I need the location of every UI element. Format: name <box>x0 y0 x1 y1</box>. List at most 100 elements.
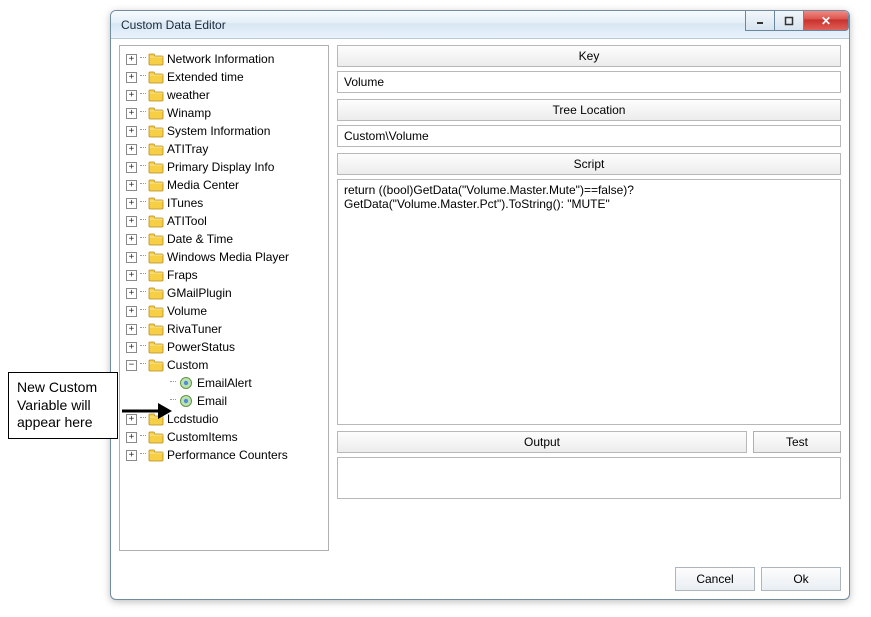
tree-item[interactable]: + Volume <box>122 302 326 320</box>
tree-item[interactable]: + Extended time <box>122 68 326 86</box>
tree-item-label: EmailAlert <box>197 376 252 390</box>
tree-item[interactable]: + ITunes <box>122 194 326 212</box>
expand-icon[interactable]: + <box>126 72 137 83</box>
expand-icon[interactable]: + <box>126 432 137 443</box>
folder-icon <box>148 250 164 264</box>
tree-item-label: Date & Time <box>167 232 233 246</box>
key-value[interactable]: Volume <box>337 71 841 93</box>
expand-icon[interactable]: + <box>126 306 137 317</box>
tree-item[interactable]: + Primary Display Info <box>122 158 326 176</box>
tree-item-label: Winamp <box>167 106 211 120</box>
expand-icon[interactable]: + <box>126 450 137 461</box>
folder-icon <box>148 124 164 138</box>
tree-item-label: Custom <box>167 358 208 372</box>
tree-item-label: Volume <box>167 304 207 318</box>
tree-item-label: Media Center <box>167 178 239 192</box>
folder-icon <box>148 304 164 318</box>
tree-item-label: Email <box>197 394 227 408</box>
tree-item[interactable]: + Windows Media Player <box>122 248 326 266</box>
test-button[interactable]: Test <box>753 431 841 453</box>
tree-panel: + Network Information + Extended time +weath… <box>119 45 329 551</box>
dialog-buttons: Cancel Ok <box>675 567 841 591</box>
minimize-button[interactable] <box>745 11 775 31</box>
variable-icon <box>178 394 194 408</box>
expand-icon[interactable]: + <box>126 54 137 65</box>
expand-icon[interactable]: + <box>126 198 137 209</box>
folder-icon <box>148 448 164 462</box>
folder-icon <box>148 160 164 174</box>
collapse-icon[interactable]: − <box>126 360 137 371</box>
tree-item[interactable]: + Network Information <box>122 50 326 68</box>
folder-icon <box>148 214 164 228</box>
folder-icon <box>148 142 164 156</box>
tree-item[interactable]: +Fraps <box>122 266 326 284</box>
tree-item-label: ATITray <box>167 142 208 156</box>
folder-icon <box>148 340 164 354</box>
tree-item-label: GMailPlugin <box>167 286 232 300</box>
expand-icon[interactable]: + <box>126 342 137 353</box>
variable-icon <box>178 376 194 390</box>
script-header: Script <box>337 153 841 175</box>
tree-item[interactable]: +CustomItems <box>122 428 326 446</box>
close-button[interactable]: ✕ <box>803 11 849 31</box>
folder-icon <box>148 430 164 444</box>
folder-icon <box>148 52 164 66</box>
tree-item-label: PowerStatus <box>167 340 235 354</box>
tree-item[interactable]: − Custom <box>122 356 326 374</box>
ok-button[interactable]: Ok <box>761 567 841 591</box>
folder-icon <box>148 322 164 336</box>
tree-item[interactable]: + Date & Time <box>122 230 326 248</box>
tree-item[interactable]: +weather <box>122 86 326 104</box>
cancel-button[interactable]: Cancel <box>675 567 755 591</box>
tree-item[interactable]: + ATITool <box>122 212 326 230</box>
output-header: Output <box>337 431 747 453</box>
folder-icon <box>148 88 164 102</box>
tree-item[interactable]: + System Information <box>122 122 326 140</box>
expand-icon[interactable]: + <box>126 144 137 155</box>
tree-item-label: Primary Display Info <box>167 160 274 174</box>
expand-icon[interactable]: + <box>126 288 137 299</box>
window-controls: ✕ <box>746 11 849 33</box>
expand-icon[interactable]: + <box>126 252 137 263</box>
folder-icon <box>148 106 164 120</box>
annotation-arrow <box>122 398 172 424</box>
tree-item[interactable]: + PowerStatus <box>122 338 326 356</box>
tree-item-label: ITunes <box>167 196 203 210</box>
expand-icon[interactable]: + <box>126 216 137 227</box>
tree-item-label: System Information <box>167 124 270 138</box>
folder-icon <box>148 178 164 192</box>
dialog-window: Custom Data Editor ✕ + Network Informatio… <box>110 10 850 600</box>
expand-icon[interactable]: + <box>126 324 137 335</box>
tree-location-value[interactable]: Custom\Volume <box>337 125 841 147</box>
script-textarea[interactable]: return ((bool)GetData("Volume.Master.Mut… <box>337 179 841 425</box>
folder-icon <box>148 70 164 84</box>
expand-icon[interactable]: + <box>126 90 137 101</box>
tree-item-label: RivaTuner <box>167 322 222 336</box>
tree-item[interactable]: + ATITray <box>122 140 326 158</box>
expand-icon[interactable]: + <box>126 162 137 173</box>
tree-item[interactable]: + Winamp <box>122 104 326 122</box>
tree-item[interactable]: EmailAlert <box>122 374 326 392</box>
tree-item-label: Extended time <box>167 70 244 84</box>
tree-item-label: Lcdstudio <box>167 412 218 426</box>
tree-item-label: Windows Media Player <box>167 250 289 264</box>
expand-icon[interactable]: + <box>126 126 137 137</box>
folder-icon <box>148 232 164 246</box>
expand-icon[interactable]: + <box>126 180 137 191</box>
tree-item-label: ATITool <box>167 214 207 228</box>
folder-icon <box>148 196 164 210</box>
folder-icon <box>148 268 164 282</box>
expand-icon[interactable]: + <box>126 108 137 119</box>
tree-item[interactable]: + GMailPlugin <box>122 284 326 302</box>
key-header: Key <box>337 45 841 67</box>
tree-location-header: Tree Location <box>337 99 841 121</box>
expand-icon[interactable]: + <box>126 270 137 281</box>
editor-panel: Key Volume Tree Location Custom\Volume S… <box>337 45 841 551</box>
titlebar[interactable]: Custom Data Editor ✕ <box>111 11 849 39</box>
tree-item[interactable]: +Performance Counters <box>122 446 326 464</box>
tree-item[interactable]: + Media Center <box>122 176 326 194</box>
maximize-button[interactable] <box>774 11 804 31</box>
tree-item[interactable]: + RivaTuner <box>122 320 326 338</box>
tree-item-label: Network Information <box>167 52 274 66</box>
expand-icon[interactable]: + <box>126 234 137 245</box>
